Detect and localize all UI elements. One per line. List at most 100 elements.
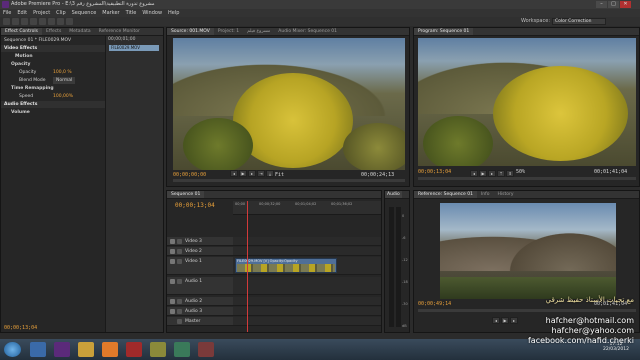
menu-window[interactable]: Window <box>139 9 165 17</box>
program-step-back-icon[interactable]: ◂ <box>470 170 478 177</box>
volume-effect[interactable]: Volume <box>1 109 105 116</box>
tab-history[interactable]: History <box>494 191 518 198</box>
lock-icon[interactable] <box>177 239 182 244</box>
source-video-frame[interactable] <box>173 38 405 170</box>
menu-clip[interactable]: Clip <box>53 9 68 17</box>
reference-timecode-in[interactable]: 00;00;49;14 <box>418 301 451 307</box>
lock-icon[interactable] <box>177 259 182 264</box>
track-video-3[interactable]: Video 3 <box>167 237 233 246</box>
ripple-edit-tool-icon[interactable] <box>21 18 28 25</box>
source-insert-icon[interactable]: ⇥ <box>257 170 265 177</box>
timeline-playhead[interactable] <box>247 201 248 332</box>
selection-tool-icon[interactable] <box>3 18 10 25</box>
lane-video-1[interactable]: FILE0029.MOV [V] Opacity:Opacity <box>233 257 381 275</box>
time-remapping-effect[interactable]: Time Remapping <box>1 85 105 92</box>
source-timecode-in[interactable]: 00;00;00;00 <box>173 172 206 178</box>
tab-audio-mixer[interactable]: Audio Mixer: Sequence 01 <box>274 28 341 35</box>
ie-taskbar-icon[interactable] <box>30 342 46 357</box>
tab-sequence-01[interactable]: Sequence 01 <box>167 191 205 198</box>
timeline-ruler[interactable]: 00;00 00;00;32;00 00;01;04;02 00;01;36;0… <box>233 201 381 215</box>
track-audio-2[interactable]: Audio 2 <box>167 297 233 306</box>
program-step-forward-icon[interactable]: ▸ <box>488 170 496 177</box>
program-play-icon[interactable]: ▶ <box>479 170 487 177</box>
reference-step-back-icon[interactable]: ◂ <box>492 317 500 324</box>
maximize-button[interactable]: □ <box>608 1 619 8</box>
eye-icon[interactable] <box>170 239 175 244</box>
opacity-value[interactable]: 100,0 % <box>53 69 72 76</box>
minimize-button[interactable]: – <box>596 1 607 8</box>
reference-video-frame[interactable] <box>440 203 616 299</box>
tab-metadata[interactable]: Metadata <box>65 28 94 35</box>
lock-icon[interactable] <box>177 249 182 254</box>
lock-icon[interactable] <box>177 319 182 324</box>
program-video-frame[interactable] <box>418 38 636 166</box>
app-2-taskbar-icon[interactable] <box>174 342 190 357</box>
tab-effect-controls[interactable]: Effect Controls <box>1 28 42 35</box>
lock-icon[interactable] <box>177 309 182 314</box>
menu-edit[interactable]: Edit <box>14 9 30 17</box>
lane-audio-1[interactable] <box>233 277 381 295</box>
app-3-taskbar-icon[interactable] <box>198 342 214 357</box>
source-scrub-bar[interactable] <box>173 179 405 182</box>
lock-icon[interactable] <box>177 299 182 304</box>
premiere-taskbar-icon[interactable] <box>54 342 70 357</box>
hand-tool-icon[interactable] <box>57 18 64 25</box>
speed-value[interactable]: 100,00% <box>53 93 73 100</box>
tab-project[interactable]: Project: 1 <box>214 28 243 35</box>
track-select-tool-icon[interactable] <box>12 18 19 25</box>
speaker-icon[interactable] <box>170 279 175 284</box>
lock-icon[interactable] <box>177 279 182 284</box>
blend-mode-dropdown[interactable]: Normal <box>53 77 76 84</box>
reference-step-forward-icon[interactable]: ▸ <box>510 317 518 324</box>
reference-scrub-bar[interactable] <box>418 309 636 312</box>
video-clip[interactable]: FILE0029.MOV [V] Opacity:Opacity <box>235 258 337 273</box>
track-audio-1[interactable]: Audio 1 <box>167 277 233 295</box>
program-lift-icon[interactable]: ⇡ <box>497 170 505 177</box>
menu-file[interactable]: File <box>0 9 14 17</box>
tab-effects[interactable]: Effects <box>42 28 65 35</box>
eye-icon[interactable] <box>170 249 175 254</box>
tab-info[interactable]: Info <box>477 191 494 198</box>
ec-clip-bar[interactable]: FILE0029.MOV <box>109 45 159 51</box>
folder-taskbar-icon[interactable] <box>78 342 94 357</box>
source-zoom[interactable]: Fit <box>275 172 284 178</box>
timeline-timecode[interactable]: 00;00;13;04 <box>175 202 215 209</box>
lane-video-2[interactable] <box>233 247 381 256</box>
lane-master[interactable] <box>233 317 381 326</box>
menu-sequence[interactable]: Sequence <box>69 9 100 17</box>
speaker-icon[interactable] <box>170 299 175 304</box>
menu-marker[interactable]: Marker <box>99 9 122 17</box>
tab-program[interactable]: Program: Sequence 01 <box>414 28 474 35</box>
speaker-icon[interactable] <box>170 309 175 314</box>
track-video-1[interactable]: Video 1 <box>167 257 233 275</box>
track-master[interactable]: Master <box>167 317 233 326</box>
eye-icon[interactable] <box>170 259 175 264</box>
source-step-back-icon[interactable]: ◂ <box>230 170 238 177</box>
lane-audio-3[interactable] <box>233 307 381 316</box>
lane-video-3[interactable] <box>233 237 381 246</box>
app-taskbar-icon[interactable] <box>150 342 166 357</box>
tab-audio-meter[interactable]: Audio <box>385 191 402 198</box>
slip-tool-icon[interactable] <box>39 18 46 25</box>
windows-start-icon[interactable] <box>4 342 21 357</box>
tab-reference-monitor[interactable]: Reference Monitor <box>95 28 144 35</box>
source-play-icon[interactable]: ▶ <box>239 170 247 177</box>
workspace-dropdown[interactable]: Color Correction <box>552 18 606 25</box>
reference-play-icon[interactable]: ▶ <box>501 317 509 324</box>
pen-tool-icon[interactable] <box>48 18 55 25</box>
menu-help[interactable]: Help <box>165 9 182 17</box>
motion-effect[interactable]: Motion <box>1 53 105 60</box>
tab-project-arabic[interactable]: مسروع فيلم <box>243 28 274 35</box>
tab-reference[interactable]: Reference: Sequence 01 <box>414 191 477 198</box>
program-zoom[interactable]: 50% <box>516 169 525 175</box>
media-taskbar-icon[interactable] <box>126 342 142 357</box>
program-timecode-in[interactable]: 00;00;13;04 <box>418 169 451 175</box>
close-button[interactable]: ✕ <box>620 1 631 8</box>
source-step-forward-icon[interactable]: ▸ <box>248 170 256 177</box>
opacity-effect[interactable]: Opacity <box>1 61 105 68</box>
menu-project[interactable]: Project <box>30 9 53 17</box>
track-video-2[interactable]: Video 2 <box>167 247 233 256</box>
menu-title[interactable]: Title <box>123 9 140 17</box>
firefox-taskbar-icon[interactable] <box>102 342 118 357</box>
program-scrub-bar[interactable] <box>418 177 636 180</box>
